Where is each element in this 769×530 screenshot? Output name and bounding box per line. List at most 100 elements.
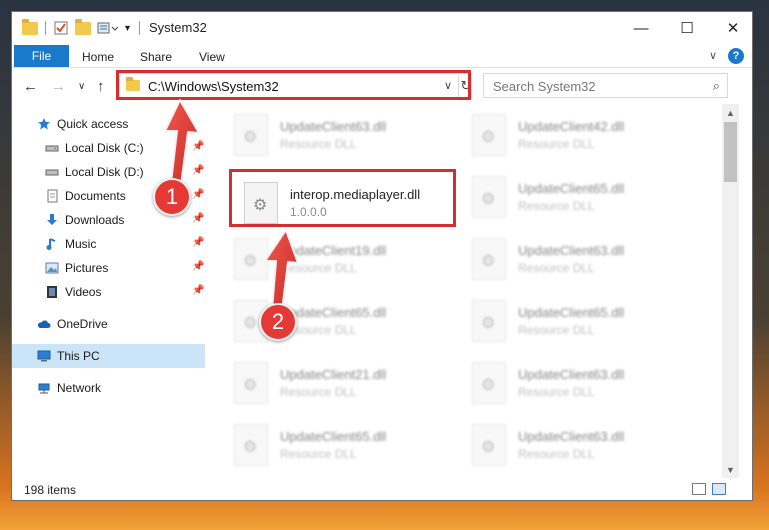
dll-file-icon <box>234 362 268 404</box>
file-name: UpdateClient19.dll <box>280 243 387 258</box>
sidebar-item-local-disk-c[interactable]: Local Disk (C:) 📌 <box>12 136 205 160</box>
sidebar-item-label: This PC <box>57 349 100 363</box>
tab-view[interactable]: View <box>199 50 225 64</box>
sidebar-item-network[interactable]: Network <box>12 376 205 400</box>
sidebar-item-label: Local Disk (C:) <box>65 141 144 155</box>
file-name: UpdateClient63.dll <box>518 243 625 258</box>
search-icon[interactable]: ⌕ <box>713 78 720 94</box>
pin-icon: 📌 <box>192 261 205 272</box>
file-description: Resource DLL <box>518 447 595 461</box>
file-item[interactable]: UpdateClient21.dll Resource DLL <box>224 354 449 410</box>
file-item[interactable]: UpdateClient63.dll Resource DLL <box>462 230 687 286</box>
file-name: UpdateClient63.dll <box>280 119 387 134</box>
file-item[interactable]: UpdateClient19.dll Resource DLL <box>224 230 449 286</box>
scroll-down-icon[interactable]: ▼ <box>722 461 739 478</box>
address-bar-highlight <box>116 70 471 100</box>
file-item[interactable]: UpdateClient42.dll Resource DLL <box>462 106 687 162</box>
file-description: Resource DLL <box>280 137 357 151</box>
forward-button[interactable]: → <box>51 78 66 95</box>
sidebar-item-label: Local Disk (D:) <box>65 165 144 179</box>
dll-file-icon <box>472 238 506 280</box>
new-folder-icon[interactable] <box>75 18 91 36</box>
properties-icon[interactable] <box>54 20 68 36</box>
status-bar: 198 items <box>12 478 752 500</box>
sidebar-item-label: Documents <box>65 189 126 203</box>
folder-icon <box>22 18 38 36</box>
sidebar-item-label: Videos <box>65 285 102 299</box>
tab-share[interactable]: Share <box>140 50 172 64</box>
downloads-icon <box>47 214 57 225</box>
scroll-thumb[interactable] <box>724 122 737 182</box>
navigation-pane: Quick access Local Disk (C:) 📌 Local Dis… <box>12 103 205 473</box>
recent-locations-button[interactable]: ∨ <box>78 81 85 92</box>
pin-icon: 📌 <box>192 189 205 200</box>
sidebar-item-music[interactable]: Music 📌 <box>12 232 205 256</box>
customize-icon[interactable] <box>97 20 119 36</box>
file-description: Resource DLL <box>518 137 595 151</box>
pin-icon: 📌 <box>192 165 205 176</box>
search-input[interactable]: Search System32 <box>493 79 596 94</box>
sidebar-item-label: Quick access <box>57 117 129 131</box>
file-name: UpdateClient63.dll <box>518 367 625 382</box>
window-title: System32 <box>149 20 207 35</box>
dll-file-icon <box>234 238 268 280</box>
tab-home[interactable]: Home <box>82 50 114 64</box>
file-name: UpdateClient21.dll <box>280 367 387 382</box>
file-name: UpdateClient63.dll <box>518 429 625 444</box>
maximize-button[interactable]: ☐ <box>664 12 710 44</box>
sidebar-item-label: Downloads <box>65 213 125 227</box>
quick-access-dropdown-icon[interactable]: ▾ <box>125 20 130 36</box>
pictures-icon <box>45 262 59 274</box>
vertical-scrollbar[interactable]: ▲ ▼ <box>722 104 739 478</box>
minimize-button[interactable]: — <box>618 12 664 44</box>
tab-file[interactable]: File <box>14 45 69 67</box>
dll-file-icon <box>234 114 268 156</box>
drive-icon <box>45 145 59 152</box>
pin-icon: 📌 <box>192 285 205 296</box>
large-icons-view-icon[interactable] <box>712 483 726 495</box>
cloud-icon <box>37 320 51 328</box>
file-item[interactable]: UpdateClient63.dll Resource DLL <box>462 416 687 472</box>
videos-icon <box>47 286 57 298</box>
dll-file-icon <box>472 176 506 218</box>
file-item[interactable]: UpdateClient65.dll Resource DLL <box>462 168 687 224</box>
sidebar-item-this-pc[interactable]: This PC <box>12 344 205 368</box>
dll-file-icon <box>472 114 506 156</box>
search-box[interactable]: Search System32 ⌕ <box>483 73 728 98</box>
documents-icon <box>47 189 58 203</box>
file-item[interactable]: UpdateClient65.dll Resource DLL <box>224 292 449 348</box>
file-item[interactable]: UpdateClient63.dll Resource DLL <box>462 354 687 410</box>
file-name: UpdateClient42.dll <box>518 119 625 134</box>
sidebar-item-videos[interactable]: Videos 📌 <box>12 280 205 304</box>
dll-file-icon <box>472 362 506 404</box>
star-icon <box>38 118 50 130</box>
back-button[interactable]: ← <box>23 78 38 95</box>
sidebar-item-quick-access[interactable]: Quick access <box>12 112 205 136</box>
ribbon: File Home Share View ∨ ? <box>12 44 752 68</box>
file-item[interactable]: UpdateClient63.dll Resource DLL <box>224 106 449 162</box>
file-item[interactable]: UpdateClient65.dll Resource DLL <box>224 416 449 472</box>
sidebar-item-pictures[interactable]: Pictures 📌 <box>12 256 205 280</box>
pin-icon: 📌 <box>192 213 205 224</box>
step-2-badge: 2 <box>259 303 297 341</box>
sidebar-item-label: Pictures <box>65 261 109 275</box>
scroll-up-icon[interactable]: ▲ <box>722 104 739 121</box>
music-icon <box>46 238 56 250</box>
drive-icon <box>45 169 59 176</box>
up-button[interactable]: ↑ <box>97 78 105 95</box>
help-icon[interactable]: ? <box>728 48 744 64</box>
file-item[interactable]: UpdateClient65.dll Resource DLL <box>462 292 687 348</box>
file-highlight <box>229 169 456 227</box>
pin-icon: 📌 <box>192 237 205 248</box>
file-description: Resource DLL <box>280 447 357 461</box>
computer-icon <box>37 350 51 362</box>
sidebar-item-onedrive[interactable]: OneDrive <box>12 312 205 336</box>
file-name: UpdateClient65.dll <box>518 305 625 320</box>
details-view-icon[interactable] <box>692 483 706 495</box>
file-name: UpdateClient65.dll <box>518 181 625 196</box>
file-list: UpdateClient63.dll Resource DLL interop.… <box>224 104 720 478</box>
expand-ribbon-icon[interactable]: ∨ <box>709 49 717 62</box>
sidebar-item-label: Network <box>57 381 102 395</box>
close-button[interactable]: ✕ <box>710 12 756 44</box>
sidebar-item-label: OneDrive <box>57 317 108 331</box>
